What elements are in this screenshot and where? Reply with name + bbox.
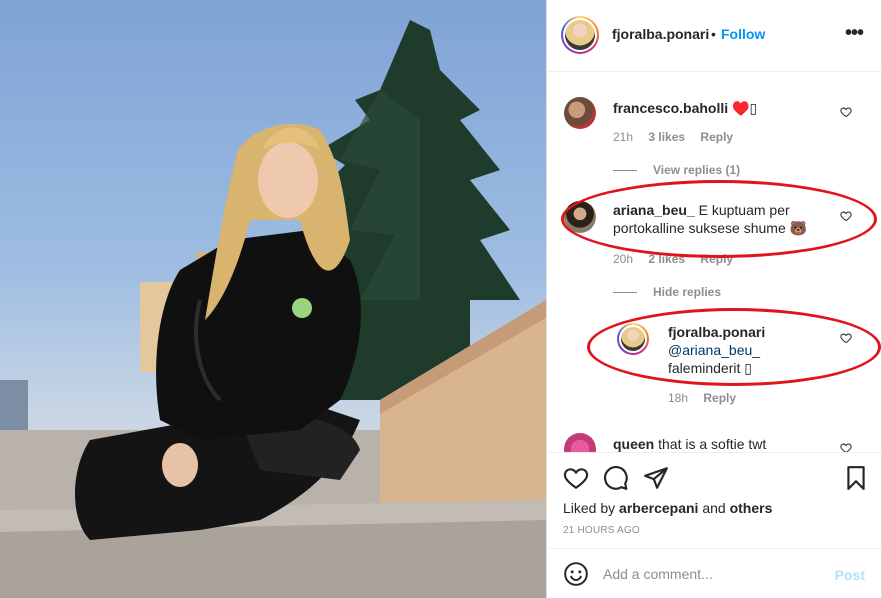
comment-input[interactable] [603, 563, 823, 585]
comment-meta: 18h Reply [668, 391, 748, 405]
comment-meta: 21h 3 likes Reply [613, 130, 745, 144]
commenter-avatar[interactable] [564, 433, 596, 452]
post-photo-illustration [0, 20, 546, 598]
post-photo[interactable] [0, 0, 546, 598]
add-comment-bar: Post [547, 548, 881, 598]
comment-text: that is a softie twt [658, 436, 767, 452]
reply-button[interactable]: Reply [700, 252, 733, 266]
like-comment-heart-icon[interactable] [840, 332, 852, 344]
view-replies-toggle[interactable]: View replies (1) [613, 163, 740, 177]
post-timestamp[interactable]: 21 HOURS AGO [563, 525, 640, 536]
save-bookmark-icon[interactable] [843, 465, 869, 491]
view-replies-label: View replies (1) [653, 163, 741, 177]
liked-by-prefix: Liked by [563, 500, 616, 516]
comment-text: faleminderit ▯ [668, 360, 752, 376]
like-heart-icon[interactable] [563, 465, 589, 491]
post-header: fjoralba.ponari • Follow ••• [547, 0, 881, 72]
comments-list[interactable]: francesco.baholli ♥️▯ 21h 3 likes Reply … [547, 73, 881, 452]
comment-likes[interactable]: 2 likes [648, 252, 685, 266]
comment-bubble-icon[interactable] [603, 465, 629, 491]
emoji-icon[interactable] [563, 561, 589, 587]
reply-button[interactable]: Reply [700, 130, 733, 144]
comment-username[interactable]: queen [613, 436, 654, 452]
hide-replies-toggle[interactable]: Hide replies [613, 285, 721, 299]
post-actions: Liked by arbercepani and others 21 HOURS… [547, 452, 881, 542]
hide-replies-label: Hide replies [653, 285, 722, 299]
comment-username[interactable]: ariana_beu_ [613, 202, 695, 218]
comment-body: fjoralba.ponari @ariana_beu_ faleminderi… [668, 323, 828, 377]
commenter-avatar[interactable] [617, 323, 649, 355]
comment-meta: 20h 2 likes Reply [613, 252, 745, 266]
share-send-icon[interactable] [643, 465, 669, 491]
like-comment-heart-icon[interactable] [840, 442, 852, 452]
comment-likes[interactable]: 3 likes [648, 130, 685, 144]
comment-time[interactable]: 18h [668, 391, 688, 405]
comment-text: ♥️▯ [732, 100, 758, 116]
author-username[interactable]: fjoralba.ponari [612, 26, 709, 42]
reply-button[interactable]: Reply [703, 391, 736, 405]
like-comment-heart-icon[interactable] [840, 210, 852, 222]
like-comment-heart-icon[interactable] [840, 106, 852, 118]
post-side-panel: fjoralba.ponari • Follow ••• francesco.b… [546, 0, 882, 598]
comment-username[interactable]: fjoralba.ponari [668, 324, 765, 340]
commenter-avatar[interactable] [564, 201, 596, 233]
liked-by-and: and [702, 500, 726, 516]
more-options-icon[interactable]: ••• [845, 22, 864, 45]
liked-by-line: Liked by arbercepani and others [563, 500, 772, 516]
post-comment-button[interactable]: Post [835, 567, 865, 583]
liked-by-user[interactable]: arbercepani [619, 500, 698, 516]
comment-body: queen that is a softie twt [613, 435, 766, 452]
follow-button[interactable]: Follow [721, 26, 765, 42]
comment-mention[interactable]: @ariana_beu_ [668, 342, 760, 358]
comment-time[interactable]: 20h [613, 252, 633, 266]
comment-time[interactable]: 21h [613, 130, 633, 144]
comment-body: ariana_beu_ E kuptuam per portokalline s… [613, 201, 823, 237]
separator-dot: • [711, 26, 716, 42]
liked-by-others[interactable]: others [730, 500, 773, 516]
commenter-avatar[interactable] [564, 97, 596, 129]
author-avatar[interactable] [561, 16, 599, 54]
comment-username[interactable]: francesco.baholli [613, 100, 728, 116]
comment-body: francesco.baholli ♥️▯ [613, 99, 757, 117]
